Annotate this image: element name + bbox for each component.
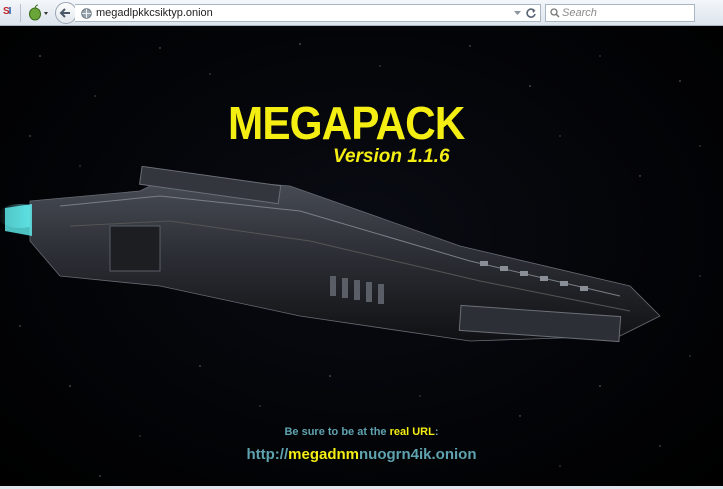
- version-label: Version 1.1.6: [333, 146, 450, 167]
- real-url-highlight: megadnm: [288, 446, 359, 463]
- notice-suffix: :: [434, 426, 439, 438]
- onion-menu-button[interactable]: [27, 4, 51, 22]
- notice-prefix: Be sure to be at the: [284, 426, 390, 438]
- back-button[interactable]: [55, 2, 77, 24]
- back-arrow-icon: [59, 8, 70, 18]
- page-content: MEGAPACK Version 1.1.6 Be sure to be at …: [0, 26, 723, 489]
- search-icon: [550, 8, 560, 18]
- url-text[interactable]: megadlpkkcsiktyp.onion: [96, 7, 213, 19]
- reload-icon[interactable]: [525, 7, 537, 19]
- onion-icon: [29, 4, 48, 21]
- url-bar[interactable]: megadlpkkcsiktyp.onion: [75, 4, 541, 22]
- real-url-link[interactable]: http://megadnmnuogrn4ik.onion: [0, 446, 723, 463]
- toolbar-divider: [20, 4, 21, 22]
- browser-toolbar: SI megadlpkkcsiktyp.onion Search: [0, 0, 723, 26]
- page-title: MEGAPACK: [228, 97, 465, 149]
- real-url-suffix: nuogrn4ik.onion: [359, 446, 477, 463]
- search-placeholder: Search: [562, 7, 597, 19]
- notice-text: Be sure to be at the real URL:: [0, 426, 723, 438]
- search-bar[interactable]: Search: [545, 4, 695, 22]
- dropdown-icon[interactable]: [513, 9, 522, 17]
- spaceship-illustration: [0, 166, 661, 343]
- globe-icon: [81, 8, 92, 19]
- real-url-prefix: http://: [246, 446, 289, 463]
- notice-highlight: real URL: [389, 426, 435, 438]
- si-logo-icon[interactable]: SI: [3, 6, 17, 19]
